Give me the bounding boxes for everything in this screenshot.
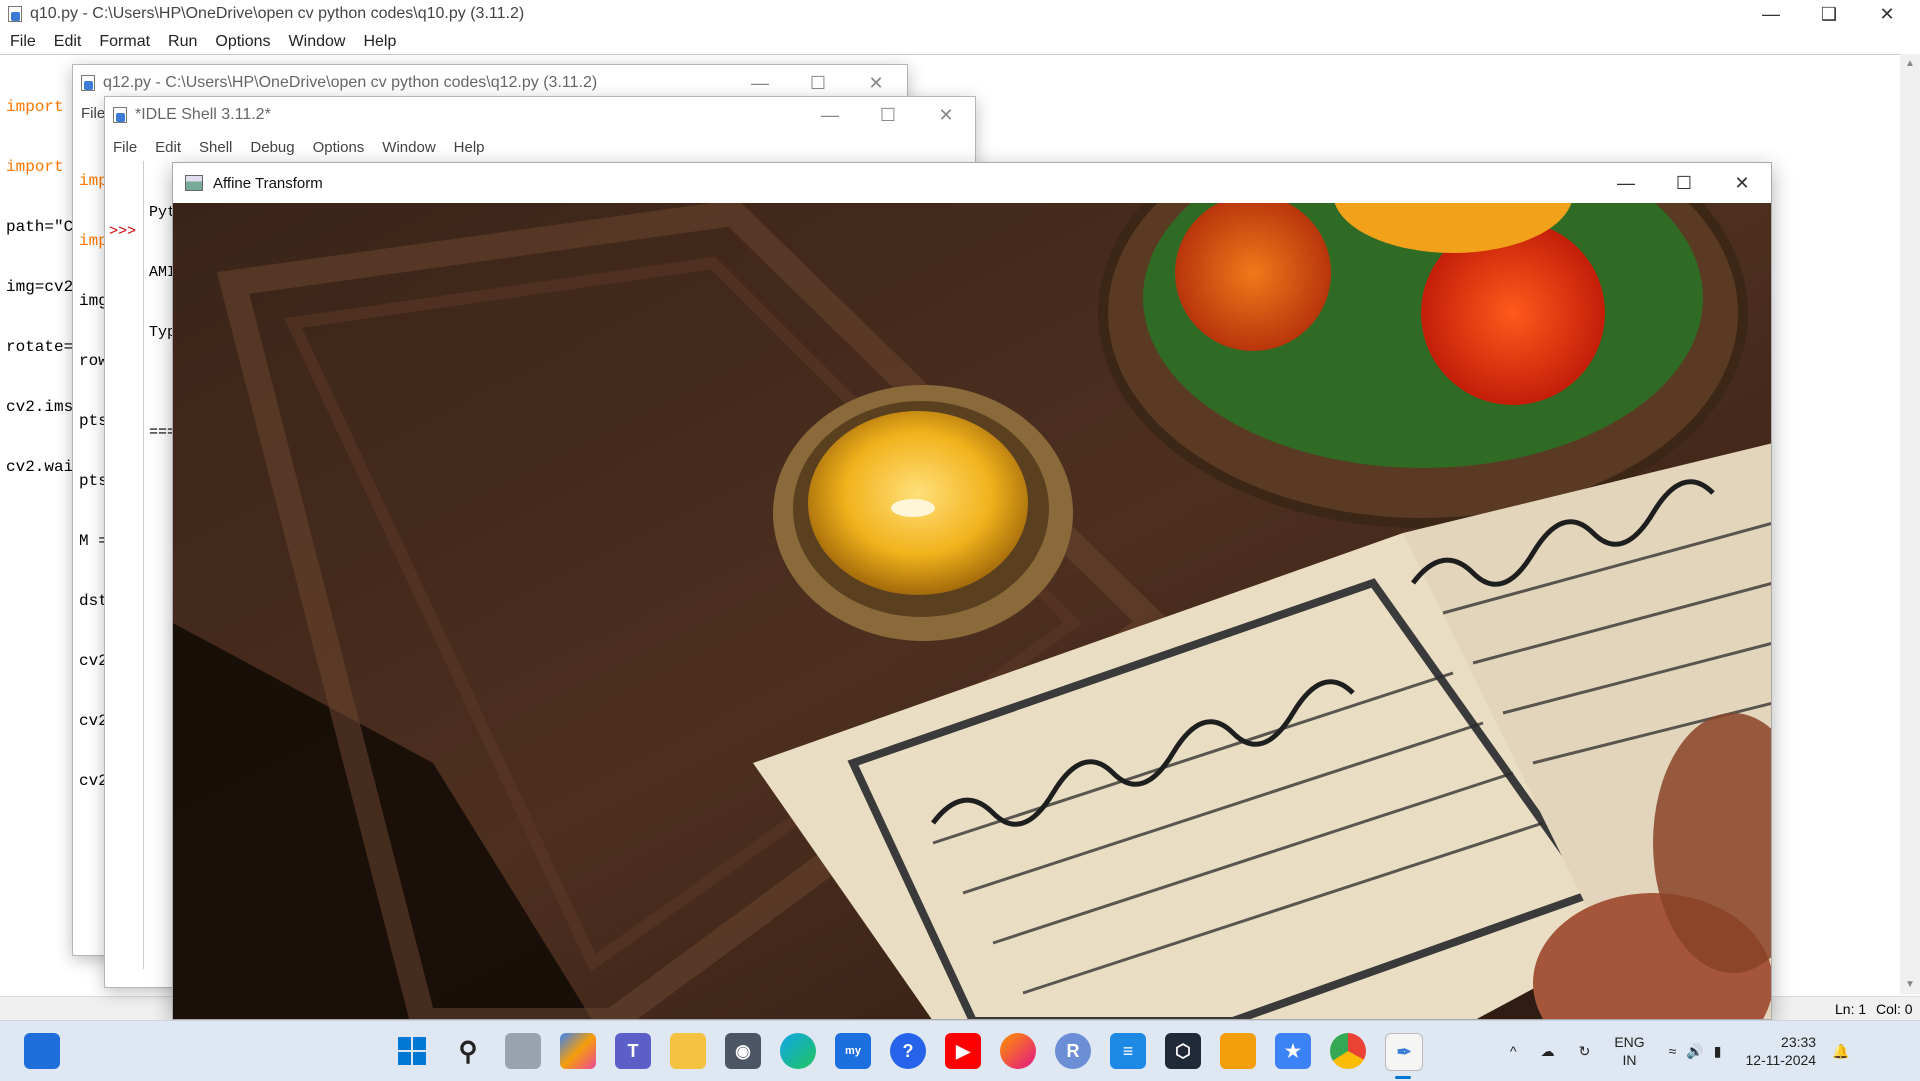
transformed-image [173, 163, 1771, 1019]
language-indicator[interactable]: ENG IN [1614, 1033, 1644, 1069]
shell-menubar: File Edit Shell Debug Options Window Hel… [105, 135, 975, 159]
idle-shell-icon [113, 107, 127, 123]
status-ln: Ln: 1 [1835, 1001, 1867, 1017]
edge-icon[interactable] [780, 1033, 816, 1069]
virtualbox-icon[interactable]: ⬡ [1165, 1033, 1201, 1069]
menu-file[interactable]: File [10, 33, 36, 51]
q10-menubar: File Edit Format Run Options Window Help [0, 30, 1920, 54]
shell-title: *IDLE Shell 3.11.2* [135, 106, 271, 123]
taskbar: ⚲ T ◉ my ? ▶ R ≡ ⬡ ★ ✒ ^ ☁ ↻ ENG IN ≈ 🔊 … [0, 1020, 1920, 1081]
q10-title: q10.py - C:\Users\HP\OneDrive\open cv py… [30, 5, 525, 22]
close-button[interactable]: ✕ [1713, 163, 1771, 203]
idle-file-icon [81, 75, 95, 91]
vertical-scrollbar[interactable]: ▲ ▼ [1900, 54, 1920, 994]
menu-run[interactable]: Run [168, 33, 197, 51]
affine-image-canvas[interactable] [173, 163, 1771, 1019]
scroll-up-icon[interactable]: ▲ [1905, 58, 1915, 69]
menu-options[interactable]: Options [313, 139, 365, 156]
clock-time: 23:33 [1781, 1034, 1817, 1050]
menu-edit[interactable]: Edit [155, 139, 181, 156]
q10-titlebar[interactable]: q10.py - C:\Users\HP\OneDrive\open cv py… [0, 0, 1920, 28]
shell-titlebar[interactable]: *IDLE Shell 3.11.2* — ☐ ✕ [105, 97, 975, 133]
menu-edit[interactable]: Edit [54, 33, 82, 51]
language-bottom: IN [1622, 1052, 1637, 1068]
medal-icon[interactable]: ★ [1275, 1033, 1311, 1069]
teams-icon[interactable]: T [615, 1033, 651, 1069]
maximize-button[interactable]: ☐ [1655, 163, 1713, 203]
system-tray: ^ ☁ ↻ ENG IN ≈ 🔊 ▮ 23:33 12-11-2024 🔔 [1510, 1021, 1850, 1081]
shell-gutter: >>> [105, 161, 144, 969]
q12-menu-file[interactable]: File [81, 105, 105, 122]
affine-window: Affine Transform — ☐ ✕ [172, 162, 1772, 1020]
youtube-icon[interactable]: ▶ [945, 1033, 981, 1069]
opencv-window-icon [185, 175, 203, 191]
search-icon[interactable]: ⚲ [450, 1033, 486, 1069]
menu-window[interactable]: Window [382, 139, 435, 156]
widgets-icon[interactable] [24, 1033, 60, 1069]
menu-debug[interactable]: Debug [250, 139, 294, 156]
status-col: Col: 0 [1876, 1001, 1913, 1017]
close-button[interactable]: ✕ [917, 97, 975, 133]
sync-icon[interactable]: ↻ [1579, 1043, 1591, 1060]
store-icon[interactable]: ? [890, 1033, 926, 1069]
affine-titlebar[interactable]: Affine Transform — ☐ ✕ [173, 163, 1771, 203]
clock-date: 12-11-2024 [1745, 1052, 1817, 1068]
onedrive-icon[interactable]: ☁ [1541, 1043, 1555, 1060]
language-top: ENG [1614, 1034, 1645, 1050]
scroll-down-icon[interactable]: ▼ [1905, 979, 1915, 990]
camera-icon[interactable]: ◉ [725, 1033, 761, 1069]
firefox-icon[interactable] [1000, 1033, 1036, 1069]
windows-start-icon[interactable] [394, 1033, 430, 1069]
menu-options[interactable]: Options [215, 33, 270, 51]
r-app-icon[interactable]: R [1055, 1033, 1091, 1069]
notification-bell-icon[interactable]: 🔔 [1832, 1043, 1849, 1060]
menu-help[interactable]: Help [454, 139, 485, 156]
battery-icon[interactable]: ▮ [1714, 1043, 1722, 1060]
close-button[interactable]: ✕ [1858, 0, 1916, 28]
menu-format[interactable]: Format [99, 33, 150, 51]
wifi-icon[interactable]: ≈ [1669, 1043, 1677, 1059]
menu-help[interactable]: Help [363, 33, 396, 51]
task-view-icon[interactable] [505, 1033, 541, 1069]
chevron-up-icon[interactable]: ^ [1510, 1043, 1517, 1059]
clock[interactable]: 23:33 12-11-2024 [1746, 1033, 1817, 1069]
shell-prompt: >>> [109, 223, 137, 240]
affine-title: Affine Transform [213, 174, 323, 192]
chrome-icon[interactable] [1330, 1033, 1366, 1069]
menu-shell[interactable]: Shell [199, 139, 232, 156]
volume-icon[interactable]: 🔊 [1686, 1043, 1703, 1060]
menu-file[interactable]: File [113, 139, 137, 156]
copilot-icon[interactable] [560, 1033, 596, 1069]
remote-desktop-icon[interactable] [1220, 1033, 1256, 1069]
minimize-button[interactable]: — [801, 97, 859, 133]
q12-title: q12.py - C:\Users\HP\OneDrive\open cv py… [103, 74, 598, 91]
menu-window[interactable]: Window [289, 33, 346, 51]
maximize-button[interactable]: ☐ [859, 97, 917, 133]
minimize-button[interactable]: — [1742, 0, 1800, 28]
minimize-button[interactable]: — [1597, 163, 1655, 203]
active-app-indicator [1395, 1076, 1411, 1079]
notepad-icon[interactable]: ≡ [1110, 1033, 1146, 1069]
file-explorer-icon[interactable] [670, 1033, 706, 1069]
mylp-icon[interactable]: my [835, 1033, 871, 1069]
idle-file-icon [8, 6, 22, 22]
restore-button[interactable]: ❑ [1800, 0, 1858, 28]
idle-taskbar-icon[interactable]: ✒ [1385, 1033, 1423, 1071]
